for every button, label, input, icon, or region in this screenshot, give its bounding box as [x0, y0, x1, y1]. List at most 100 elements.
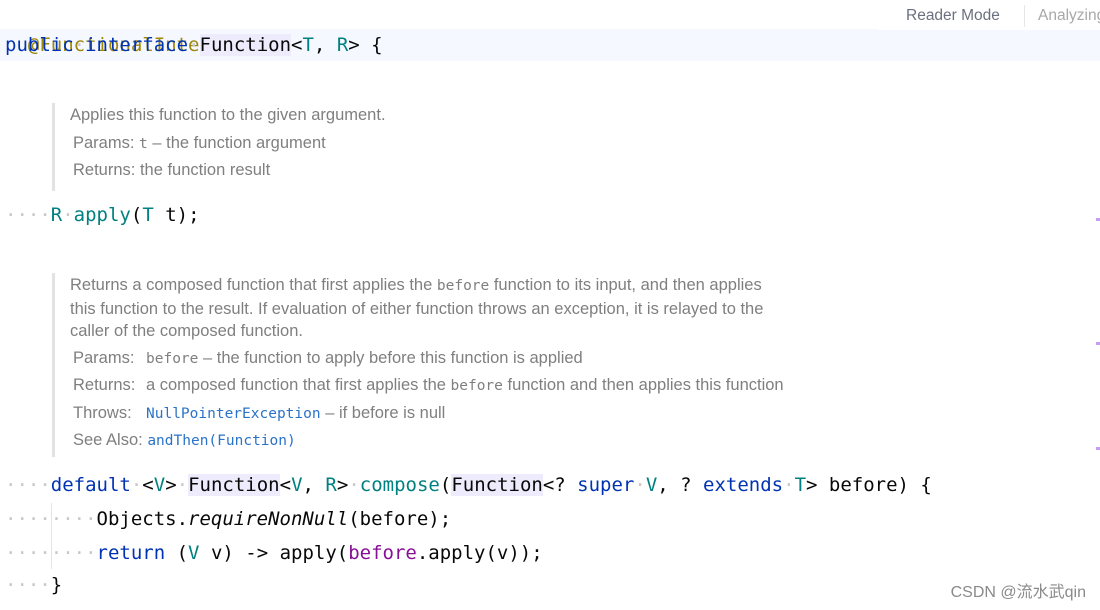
param-type-function[interactable]: Function	[451, 474, 543, 496]
doc-params-row: Params: before – the function to apply be…	[55, 345, 784, 373]
keyword-extends: extends	[703, 474, 784, 496]
lambda-tail: .apply(v));	[416, 542, 543, 564]
code-line-return[interactable]: ········return (V v) -> apply(before.app…	[5, 537, 543, 569]
watermark: CSDN @流水武qin	[950, 584, 1086, 601]
indent-dots: ········	[5, 508, 97, 530]
return-type-function[interactable]: Function	[188, 474, 280, 496]
doc-throws-text: – if before is null	[320, 403, 446, 422]
scrollbar-marker[interactable]	[1096, 342, 1100, 345]
divider	[1024, 5, 1025, 27]
class-objects: Objects.	[96, 508, 189, 530]
doc-throws-link[interactable]: NullPointerException	[146, 406, 321, 422]
generic-open: <	[291, 34, 303, 56]
doc-params-label: Params:	[73, 348, 135, 367]
field-before: before	[348, 542, 417, 564]
param-type-t: T	[142, 204, 154, 226]
indent-dots: ····	[5, 204, 51, 226]
doc-params-row: Params: t – the function argument	[55, 130, 386, 158]
doc-params-label: Params:	[73, 133, 135, 152]
whitespace-dot: ·	[62, 204, 74, 226]
whitespace-dot: ·	[188, 34, 200, 56]
indent-dots: ········	[5, 542, 97, 564]
indent-dots: ····	[5, 474, 51, 496]
comma: ,	[313, 34, 337, 56]
doc-returns-text: the function result	[135, 161, 271, 179]
scrollbar-marker[interactable]	[1096, 218, 1100, 221]
doc-returns-row: Returns: a composed function that first a…	[55, 372, 784, 400]
type-param-t: T	[302, 34, 314, 56]
wildcard: , ?	[657, 474, 704, 496]
generic-close: >	[336, 474, 349, 496]
comma: ,	[302, 474, 326, 496]
doc-description: Applies this function to the given argum…	[70, 106, 386, 124]
analysis-status: Analyzing...	[1038, 7, 1100, 24]
doc-param-text: – the function to apply before this func…	[198, 348, 583, 367]
indent-dots: ····	[5, 574, 51, 596]
type-param-v: V	[153, 474, 166, 496]
code-line-annotation[interactable]: @FunctionalInterface	[5, 0, 257, 56]
type-param-r: R	[325, 474, 337, 496]
code-line-compose[interactable]: ····default·<V>·Function<V, R>·compose(F…	[5, 469, 932, 501]
doc-throws-row: Throws: NullPointerException – if before …	[55, 400, 784, 428]
doc-returns-code: before	[450, 378, 503, 394]
method-name-apply[interactable]: apply	[74, 204, 131, 226]
type-param-t: T	[794, 474, 807, 496]
whitespace-dot: ·	[73, 34, 86, 56]
static-method-call[interactable]: requireNonNull	[188, 508, 348, 530]
generic-close-brace: > {	[348, 34, 383, 56]
doc-text: Returns a composed function that first a…	[70, 276, 437, 294]
code-line-interface-decl[interactable]: public·interface·Function<T, R> {	[5, 29, 383, 61]
whitespace-dot: ·	[348, 474, 360, 496]
param-rest: > before) {	[806, 474, 932, 496]
method-name-compose[interactable]: compose	[360, 474, 440, 496]
doc-see-also-row: See Also: andThen(Function)	[55, 427, 784, 455]
doc-returns-label: Returns:	[73, 376, 136, 394]
scrollbar-marker[interactable]	[1096, 447, 1100, 450]
whitespace-dot: ·	[634, 474, 646, 496]
keyword-public: public	[5, 34, 74, 56]
whitespace-dot: ·	[176, 474, 189, 496]
keyword-super: super	[577, 474, 635, 496]
lambda-body: v) -> apply(	[199, 542, 349, 564]
reader-mode-button[interactable]: Reader Mode	[906, 7, 1000, 25]
interface-name[interactable]: Function	[199, 34, 292, 56]
doc-returns-text: a composed function that first applies t…	[146, 376, 451, 394]
doc-param-text: – the function argument	[147, 133, 326, 152]
lambda-open: (	[165, 542, 189, 564]
code-line-close-brace[interactable]: ····}	[5, 569, 62, 601]
code-line-require-non-null[interactable]: ········Objects.requireNonNull(before);	[5, 503, 451, 535]
doc-param-code: t	[139, 135, 148, 152]
keyword-interface: interface	[85, 34, 189, 56]
whitespace-dot: ·	[130, 474, 143, 496]
doc-throws-label: Throws:	[73, 403, 132, 422]
type-param-v: V	[291, 474, 303, 496]
generic-open: <	[279, 474, 292, 496]
whitespace-dot: ·	[783, 474, 795, 496]
wildcard: <?	[542, 474, 578, 496]
return-type-r: R	[50, 204, 63, 226]
call-args: (before);	[348, 508, 452, 530]
paren-open: (	[439, 474, 452, 496]
keyword-default: default	[50, 474, 131, 496]
doc-returns-text: function and then applies this function	[502, 376, 784, 394]
doc-param-code: before	[146, 350, 199, 367]
doc-returns-label: Returns:	[73, 161, 136, 179]
keyword-return: return	[96, 542, 166, 564]
editor-inspection-bar: Reader Mode Analyzing...	[878, 0, 1100, 30]
generic-open: <	[142, 474, 154, 496]
type-param-v: V	[188, 542, 200, 564]
doc-description-line-3: caller of the composed function.	[70, 322, 303, 340]
generic-close: >	[165, 474, 177, 496]
doc-see-also-link[interactable]: andThen(Function)	[147, 433, 295, 449]
param-name: t);	[153, 204, 200, 226]
doc-see-also-label: See Also:	[73, 431, 143, 449]
type-param-r: R	[336, 34, 349, 56]
close-brace: }	[50, 574, 63, 596]
type-param-v: V	[645, 474, 658, 496]
code-line-apply[interactable]: ····R·apply(T t);	[5, 199, 200, 231]
doc-returns-row: Returns: the function result	[55, 157, 386, 185]
paren-open: (	[130, 204, 143, 226]
javadoc-compose: Returns a composed function that first a…	[52, 273, 784, 457]
doc-text: function to its input, and then applies	[489, 276, 762, 294]
doc-description-line-1: Returns a composed function that first a…	[55, 274, 784, 298]
